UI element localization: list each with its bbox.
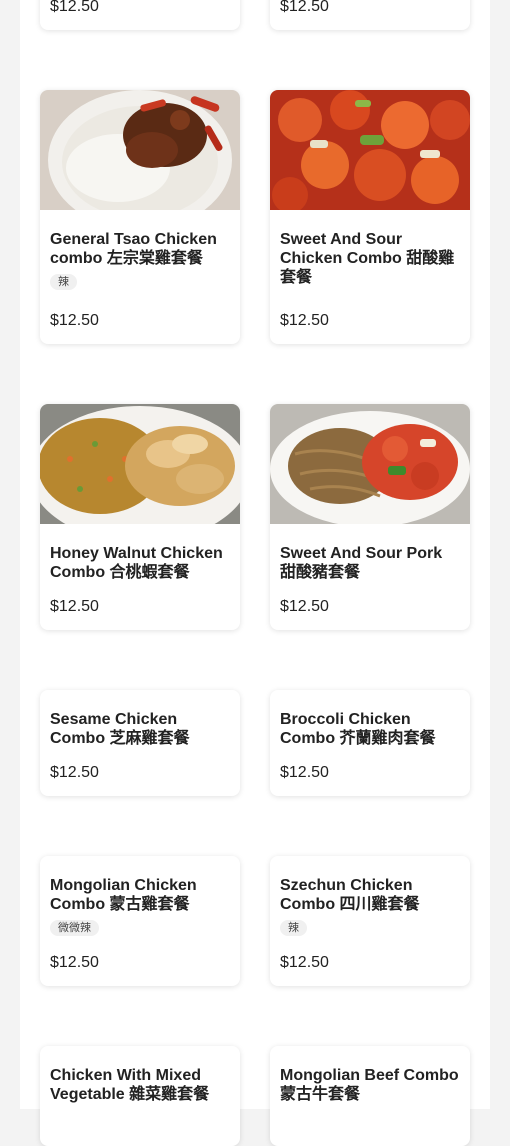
item-price: $12.50 <box>50 764 99 781</box>
item-name: Sweet And Sour Chicken Combo 甜酸雞套餐 <box>280 231 455 286</box>
food-image <box>270 404 470 524</box>
item-name: Mongolian Chicken Combo 蒙古雞套餐 <box>50 877 197 913</box>
item-name: Mongolian Beef Combo 蒙古牛套餐 <box>280 1067 459 1103</box>
item-price: $12.50 <box>50 954 99 971</box>
item-price: $12.50 <box>280 0 329 15</box>
item-price: $12.50 <box>50 598 99 615</box>
menu-item-card[interactable]: $12.50 <box>270 0 470 30</box>
menu-item-card[interactable]: Honey Walnut Chicken Combo 合桃蝦套餐 $12.50 <box>40 404 240 630</box>
menu-item-card[interactable]: Chicken With Mixed Vegetable 雜菜雞套餐 <box>40 1046 240 1146</box>
menu-item-card[interactable]: Broccoli Chicken Combo 芥蘭雞肉套餐 $12.50 <box>270 690 470 796</box>
menu-item-card[interactable]: Sweet And Sour Pork 甜酸豬套餐 $12.50 <box>270 404 470 630</box>
item-price: $12.50 <box>280 954 329 971</box>
item-name: General Tsao Chicken combo 左宗棠雞套餐 <box>50 231 217 267</box>
item-name: Broccoli Chicken Combo 芥蘭雞肉套餐 <box>280 711 436 747</box>
item-price: $12.50 <box>280 312 329 329</box>
menu-item-card[interactable]: Sweet And Sour Chicken Combo 甜酸雞套餐 $12.5… <box>270 90 470 344</box>
menu-item-card[interactable]: General Tsao Chicken combo 左宗棠雞套餐 辣 $12.… <box>40 90 240 344</box>
menu-item-card[interactable]: $12.50 <box>40 0 240 30</box>
item-name: Chicken With Mixed Vegetable 雜菜雞套餐 <box>50 1067 210 1103</box>
spicy-badge: 辣 <box>50 274 77 290</box>
food-image <box>40 404 240 524</box>
item-name: Szechun Chicken Combo 四川雞套餐 <box>280 877 420 913</box>
spicy-badge: 微微辣 <box>50 920 99 936</box>
menu-item-card[interactable]: Mongolian Chicken Combo 蒙古雞套餐 微微辣 $12.50 <box>40 856 240 986</box>
menu-item-card[interactable]: Mongolian Beef Combo 蒙古牛套餐 <box>270 1046 470 1146</box>
spicy-badge: 辣 <box>280 920 307 936</box>
item-name: Sesame Chicken Combo 芝麻雞套餐 <box>50 711 190 747</box>
item-price: $12.50 <box>50 312 99 329</box>
item-price: $12.50 <box>280 598 329 615</box>
item-price: $12.50 <box>50 0 99 15</box>
menu-item-card[interactable]: Szechun Chicken Combo 四川雞套餐 辣 $12.50 <box>270 856 470 986</box>
menu-item-card[interactable]: Sesame Chicken Combo 芝麻雞套餐 $12.50 <box>40 690 240 796</box>
food-image <box>270 90 470 210</box>
food-image <box>40 90 240 210</box>
item-name: Honey Walnut Chicken Combo 合桃蝦套餐 <box>50 545 223 581</box>
item-price: $12.50 <box>280 764 329 781</box>
item-name: Sweet And Sour Pork 甜酸豬套餐 <box>280 545 443 581</box>
